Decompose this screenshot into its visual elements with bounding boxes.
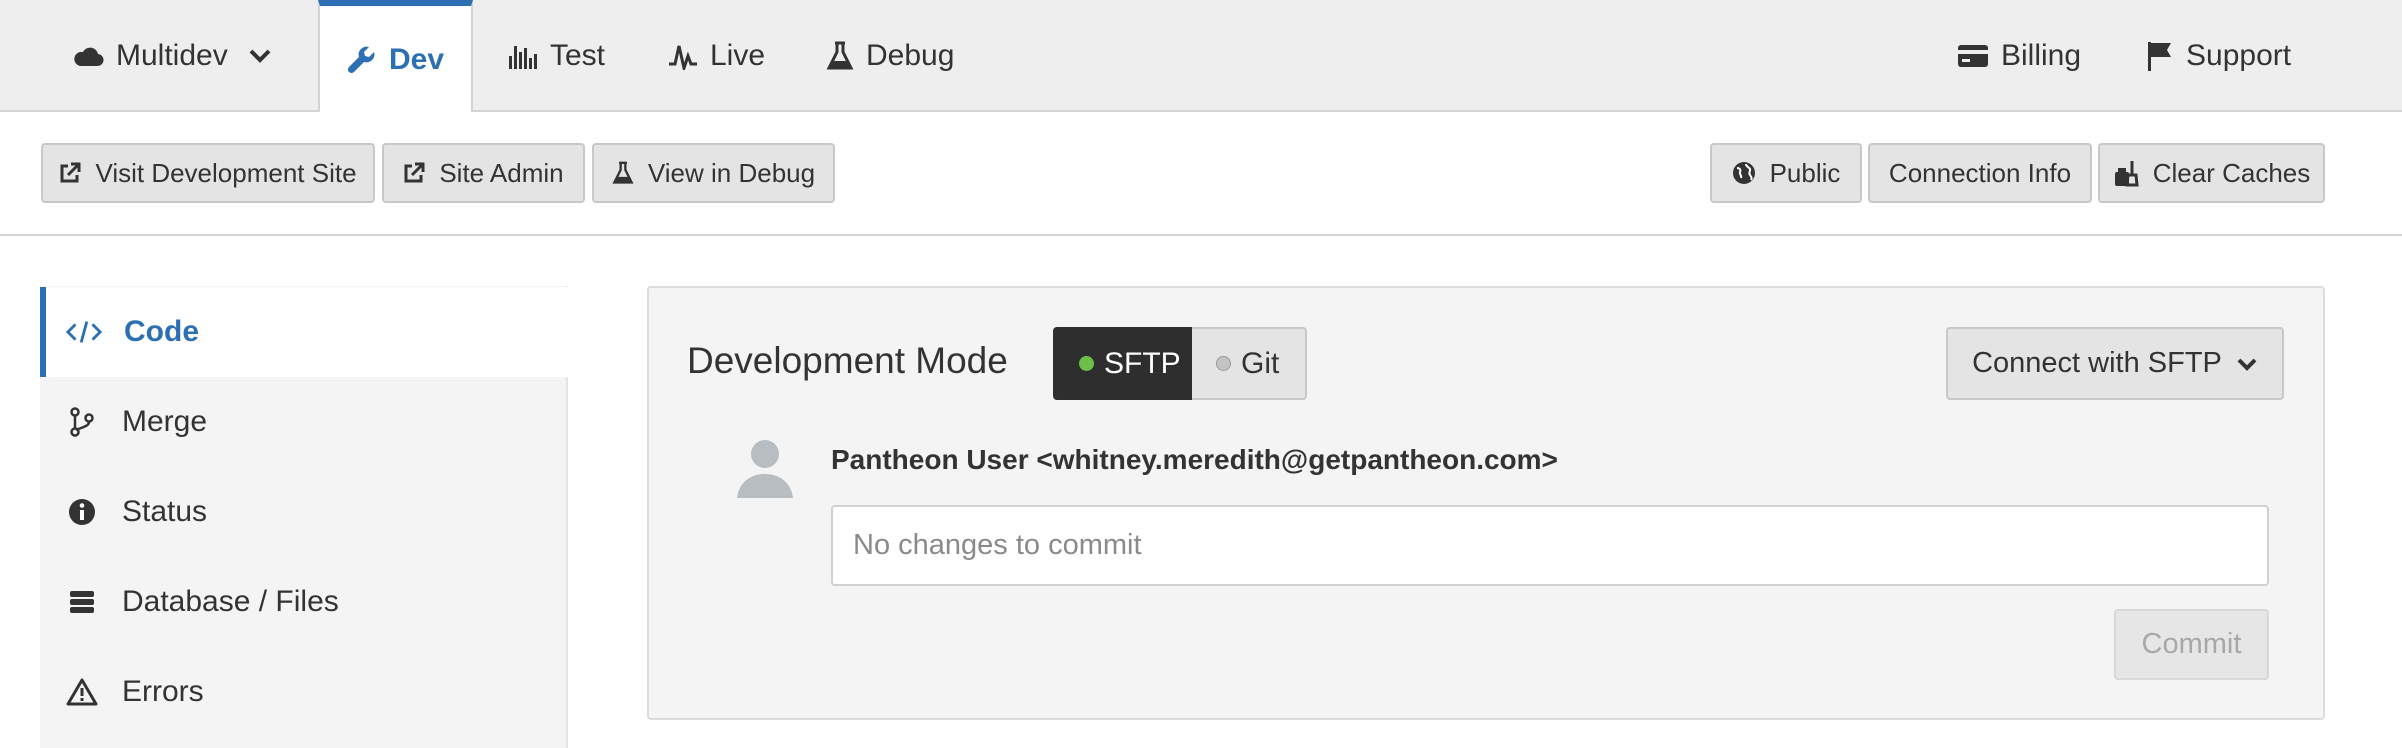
tab-dev[interactable]: Dev: [318, 0, 473, 114]
sidebar-item-errors-label: Errors: [122, 675, 204, 709]
git-mode-label: Git: [1241, 347, 1279, 381]
git-mode-toggle[interactable]: Git: [1192, 327, 1307, 400]
development-mode-title: Development Mode: [687, 340, 1008, 382]
sidebar-item-database-files[interactable]: Database / Files: [40, 557, 568, 647]
public-button[interactable]: Public: [1710, 143, 1862, 203]
clear-caches-label: Clear Caches: [2153, 158, 2311, 189]
billing-label: Billing: [2001, 39, 2081, 73]
tab-debug[interactable]: Debug: [826, 0, 954, 112]
billing-link[interactable]: Billing: [1957, 0, 2081, 112]
sidebar-item-status-label: Status: [122, 495, 207, 529]
connect-with-sftp-label: Connect with SFTP: [1972, 347, 2222, 380]
sftp-mode-label: SFTP: [1104, 347, 1181, 381]
chevron-down-icon: [2236, 357, 2258, 371]
visit-development-site-label: Visit Development Site: [95, 158, 356, 189]
git-status-dot: [1216, 356, 1231, 371]
sidebar-item-errors[interactable]: Errors: [40, 647, 568, 737]
site-admin-button[interactable]: Site Admin: [382, 143, 585, 203]
support-link[interactable]: Support: [2146, 0, 2291, 112]
connection-info-button[interactable]: Connection Info: [1868, 143, 2092, 203]
sidebar-item-code-label: Code: [124, 315, 199, 349]
credit-card-icon: [1957, 44, 1989, 68]
wrench-icon: [347, 45, 377, 75]
sidebar-item-code[interactable]: Code: [40, 287, 568, 377]
connect-with-sftp-button[interactable]: Connect with SFTP: [1946, 327, 2284, 400]
sftp-mode-toggle[interactable]: SFTP: [1053, 327, 1192, 400]
commit-author: Pantheon User <whitney.meredith@getpanth…: [831, 444, 1558, 476]
view-in-debug-button[interactable]: View in Debug: [592, 143, 835, 203]
sidebar-item-merge[interactable]: Merge: [40, 377, 568, 467]
database-icon: [64, 588, 100, 616]
sidebar-item-status[interactable]: Status: [40, 467, 568, 557]
sidebar-item-database-files-label: Database / Files: [122, 585, 339, 619]
clear-caches-button[interactable]: Clear Caches: [2098, 143, 2325, 203]
tab-dev-label: Dev: [389, 43, 444, 77]
external-link-icon: [403, 162, 425, 184]
flask-icon: [826, 41, 854, 71]
multidev-dropdown[interactable]: Multidev: [72, 0, 272, 112]
avatar: [733, 432, 797, 500]
info-icon: [64, 498, 100, 526]
multidev-label: Multidev: [116, 39, 228, 73]
bar-chart-icon: [508, 42, 538, 70]
flask-icon: [612, 160, 634, 186]
commit-message-input[interactable]: [831, 505, 2269, 586]
cloud-icon: [72, 45, 104, 67]
tab-test[interactable]: Test: [508, 0, 605, 112]
external-link-icon: [59, 162, 81, 184]
branch-icon: [64, 407, 100, 437]
flag-icon: [2146, 40, 2174, 72]
public-label: Public: [1770, 158, 1841, 189]
environment-nav: Multidev Dev Test Live Debug Billing Sup…: [0, 0, 2402, 112]
site-admin-label: Site Admin: [439, 158, 563, 189]
visit-development-site-button[interactable]: Visit Development Site: [41, 143, 375, 203]
tab-debug-label: Debug: [866, 39, 954, 73]
tab-live-label: Live: [710, 39, 765, 73]
pulse-icon: [668, 42, 698, 70]
chevron-down-icon: [248, 48, 272, 64]
support-label: Support: [2186, 39, 2291, 73]
code-icon: [66, 318, 102, 346]
view-in-debug-label: View in Debug: [648, 158, 815, 189]
globe-icon: [1732, 161, 1756, 185]
commit-button[interactable]: Commit: [2114, 609, 2269, 680]
broom-icon: [2113, 159, 2139, 187]
tab-live[interactable]: Live: [668, 0, 765, 112]
tab-test-label: Test: [550, 39, 605, 73]
connection-info-label: Connection Info: [1889, 158, 2071, 189]
sftp-status-dot: [1079, 356, 1094, 371]
warning-icon: [64, 678, 100, 706]
sidebar-item-merge-label: Merge: [122, 405, 207, 439]
